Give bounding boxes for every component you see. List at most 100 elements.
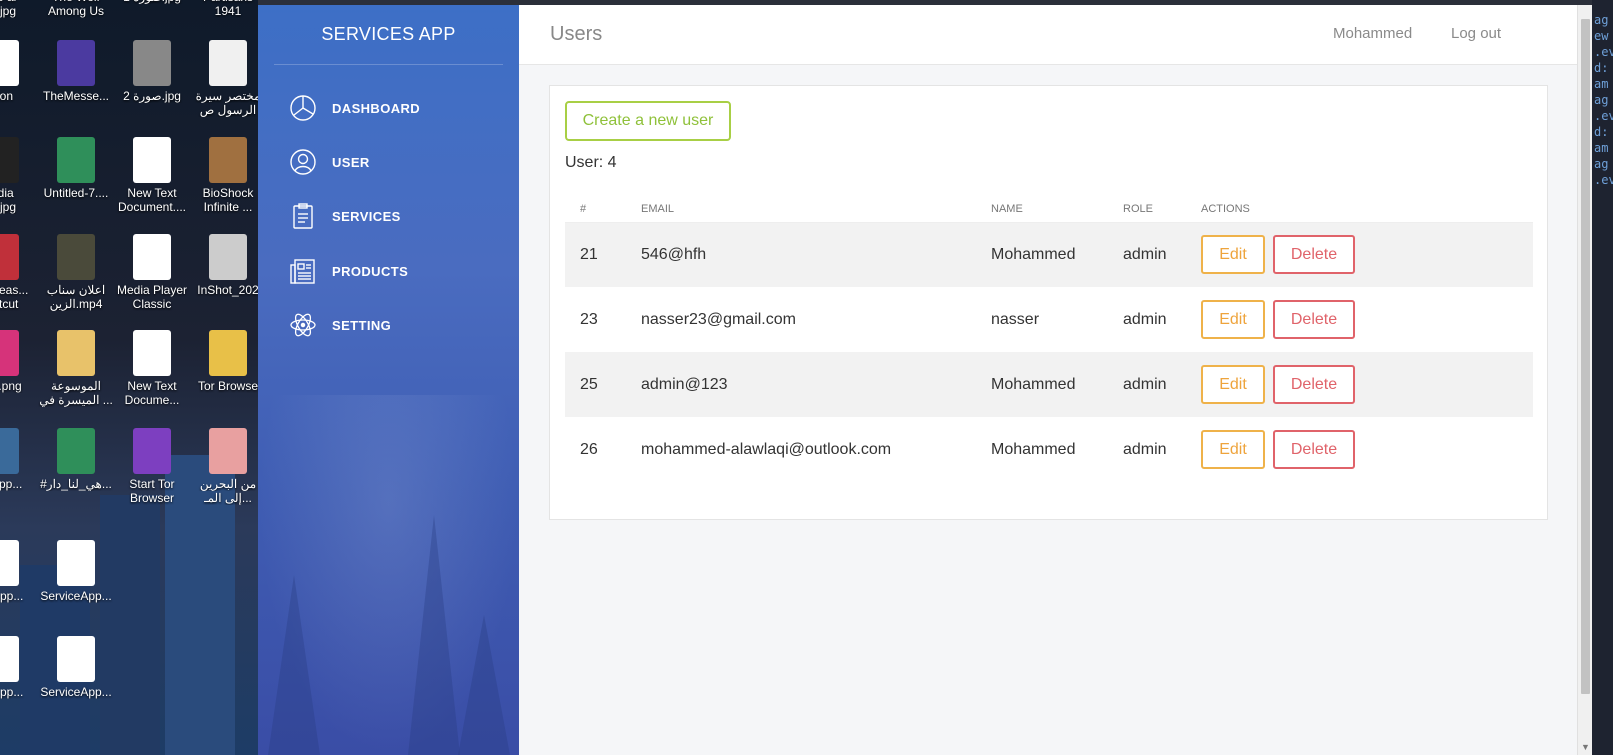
spreadsheet-icon: [57, 137, 95, 183]
document-icon: [209, 40, 247, 86]
desktop-icon[interactable]: a-rupp...: [0, 428, 38, 491]
delete-user-button[interactable]: Delete: [1273, 365, 1355, 404]
column-header-role: ROLE: [1108, 196, 1186, 223]
desktop-icon[interactable]: مختصر سيرة الرسول ص: [190, 40, 258, 117]
cell-email: 546@hfh: [626, 222, 976, 287]
sidebar-item-setting[interactable]: SETTING: [288, 310, 391, 340]
code-line: ew: [1594, 29, 1609, 43]
sidebar-item-dashboard[interactable]: DASHBOARD: [288, 93, 420, 123]
desktop-icon-label: Tor Browse: [197, 379, 258, 393]
image-file-icon: [133, 40, 171, 86]
desktop-icon[interactable]: 1 صورة.jpg: [114, 0, 190, 4]
desktop-icon[interactable]: Partisans1941: [190, 0, 258, 18]
desktop-icon[interactable]: New Text Document....: [114, 137, 190, 214]
desktop-icon-label: 2 صورة.jpg: [123, 89, 181, 103]
desktop-icon-label: iceApp...: [0, 589, 24, 603]
desktop-icon-label: egg.png: [0, 379, 22, 393]
logout-link[interactable]: Log out: [1451, 25, 1501, 42]
desktop-icon[interactable]: TheMesse...: [38, 40, 114, 103]
cell-id: 26: [580, 440, 598, 458]
desktop-icon[interactable]: Start Tor Browser: [114, 428, 190, 505]
code-editor-strip: ag ew .ev d: am ag .ev d: am ag .ev: [1592, 0, 1613, 755]
code-line: ag: [1594, 13, 1609, 27]
table-row: 23 nasser23@gmail.com nasser admin Edit Delet…: [565, 287, 1533, 352]
desktop-icon[interactable]: ServiceApp...: [38, 540, 114, 603]
desktop-icon-label: Media Player: [116, 283, 188, 297]
screenshot-file-icon: [0, 540, 19, 586]
delete-user-button[interactable]: Delete: [1273, 300, 1355, 339]
desktop-icon[interactable]: egg.png: [0, 330, 38, 393]
desktop-icon-label: TheMesse...: [42, 89, 110, 103]
desktop-icon-label: Start Tor: [129, 477, 175, 491]
delete-user-button[interactable]: Delete: [1273, 430, 1355, 469]
current-user-link[interactable]: Mohammed: [1333, 25, 1412, 42]
pie-chart-icon: [288, 93, 318, 123]
desktop-icon[interactable]: ego alyn.jpg: [0, 0, 38, 18]
scroll-down-arrow-icon[interactable]: ▼: [1581, 742, 1590, 752]
desktop-icon[interactable]: The WolfAmong Us: [38, 0, 114, 18]
cell-actions: Edit Delete: [1186, 417, 1533, 482]
sidebar-item-user[interactable]: USER: [288, 147, 370, 177]
scrollbar-thumb[interactable]: [1581, 19, 1590, 694]
edit-user-button[interactable]: Edit: [1201, 430, 1265, 469]
desktop-icon[interactable]: Tor Browse: [190, 330, 258, 393]
sidebar-item-products[interactable]: PRODUCTS: [288, 256, 408, 286]
desktop-icon[interactable]: Untitled-7....: [38, 137, 114, 200]
code-line: am: [1594, 77, 1609, 91]
desktop-icon[interactable]: اعلان سناب الزين.mp4: [38, 234, 114, 311]
brand-title[interactable]: SERVICES APP: [274, 5, 503, 65]
image-file-icon: [209, 234, 247, 280]
desktop-icon[interactable]: New Text Docume...: [114, 330, 190, 407]
desktop-icon[interactable]: ersPleas...hortcut: [0, 234, 38, 311]
table-row: 25 admin@123 Mohammed admin Edit Delete: [565, 352, 1533, 417]
edit-user-button[interactable]: Edit: [1201, 235, 1265, 275]
edit-user-button[interactable]: Edit: [1201, 300, 1265, 339]
screenshot-file-icon: [57, 636, 95, 682]
window-scrollbar[interactable]: ▼: [1577, 5, 1592, 755]
cell-name: Mohammed: [976, 222, 1108, 287]
desktop-icon[interactable]: iceApp...: [0, 540, 38, 603]
desktop-icon-label: ersPleas...: [0, 283, 29, 297]
user-count: User: 4: [565, 154, 617, 171]
desktop-icon[interactable]: من البحرين إلى المـ...: [190, 428, 258, 505]
desktop-icon-label: اعلان سناب: [46, 283, 106, 297]
delete-user-button[interactable]: Delete: [1273, 235, 1355, 275]
tor-icon: [133, 428, 171, 474]
cell-role: admin: [1123, 310, 1167, 328]
desktop-icon-label: الرسول ص: [199, 103, 257, 117]
cell-role: admin: [1123, 440, 1167, 458]
desktop-icon[interactable]: Media Player Classic: [114, 234, 190, 311]
desktop-icon[interactable]: الموسوعة الميسرة في ...: [38, 330, 114, 407]
desktop-icon[interactable]: #هي_لنا_دار...: [38, 428, 114, 491]
spreadsheet-icon: [57, 428, 95, 474]
desktop-icon[interactable]: BioShock Infinite ...: [190, 137, 258, 214]
document-icon: [209, 428, 247, 474]
desktop-icon[interactable]: InShot_202: [190, 234, 258, 297]
code-line: d:: [1594, 125, 1609, 139]
desktop-icon[interactable]: ServiceApp...: [38, 636, 114, 699]
code-line: ag: [1594, 157, 1609, 171]
create-user-button[interactable]: Create a new user: [565, 101, 731, 141]
table-header-row: # EMAIL NAME ROLE ACTIONS: [565, 196, 1533, 223]
cell-email: nasser23@gmail.com: [641, 310, 796, 328]
desktop-icon-label: #هي_لنا_دار...: [40, 477, 112, 491]
page-title: Users: [550, 23, 603, 45]
table-row: 21 546@hfh Mohammed admin Edit Delete: [565, 222, 1533, 287]
edit-user-button[interactable]: Edit: [1201, 365, 1265, 404]
desktop-icon[interactable]: otion: [0, 40, 38, 103]
cell-name: Mohammed: [976, 352, 1108, 417]
desktop-icon[interactable]: iceApp...: [0, 636, 38, 699]
sidebar-item-label: SETTING: [332, 317, 392, 333]
top-header: Users Mohammed Log out: [519, 5, 1577, 65]
desktop-icon[interactable]: 2 صورة.jpg: [114, 40, 190, 103]
sidebar-item-services[interactable]: SERVICES: [288, 201, 401, 231]
sidebar-item-label: DASHBOARD: [332, 100, 421, 116]
video-file-icon: [57, 234, 95, 280]
cell-actions: Edit Delete: [1186, 222, 1533, 287]
cell-email: mohammed-alawlaqi@outlook.com: [641, 440, 892, 458]
desktop-icon[interactable]: lvidiads.jpg: [0, 137, 38, 214]
game-icon: [209, 137, 247, 183]
sidebar-item-label: PRODUCTS: [332, 263, 409, 279]
desktop-icon-label: Browser: [129, 491, 174, 505]
sidebar: SERVICES APP DASHBOARD USER SERVICES PRO…: [258, 5, 519, 755]
